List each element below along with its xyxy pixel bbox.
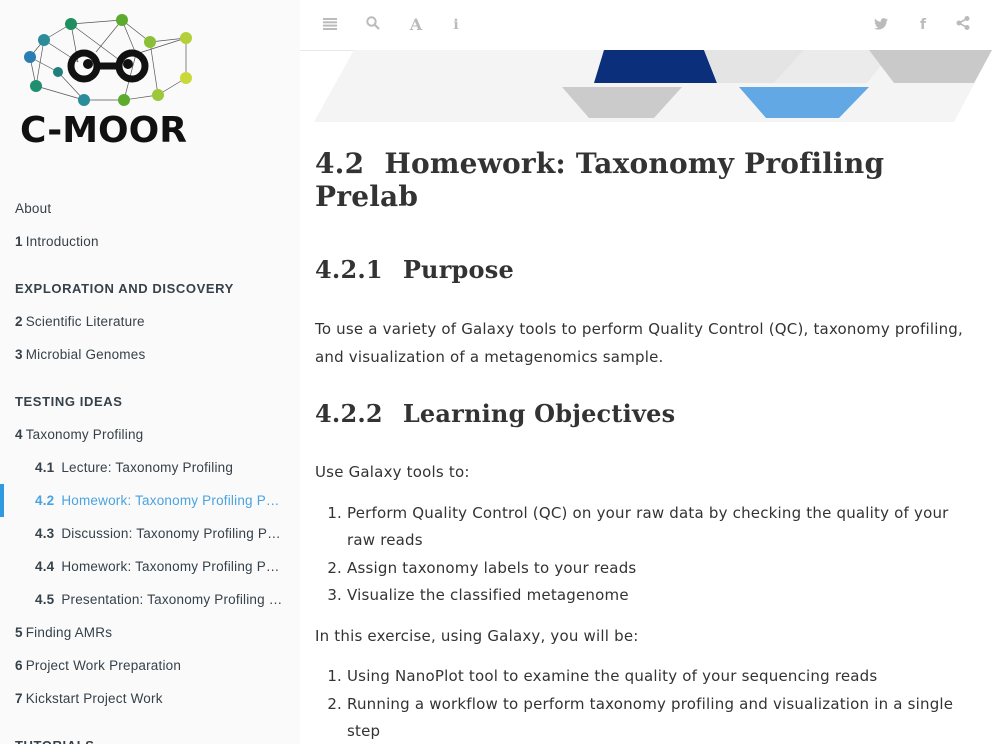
use-galaxy-text: Use Galaxy tools to: (315, 463, 470, 481)
toc-introduction[interactable]: 1 Introduction (0, 225, 285, 258)
toc-section-tutorials: TUTORIALS (0, 729, 300, 744)
steps-list: Using NanoPlot tool to examine the quali… (315, 663, 975, 746)
objectives-list: Perform Quality Control (QC) on your raw… (315, 500, 975, 610)
toc-section-testing-ideas: TESTING IDEAS (15, 394, 123, 409)
toc-kickstart-project-work[interactable]: 7 Kickstart Project Work (0, 682, 285, 715)
toc-4-3-discussion[interactable]: 4.3 Discussion: Taxonomy Profiling Prela… (0, 517, 284, 550)
logo-text: C-MOOR (20, 110, 187, 151)
main-content: 4.2 Homework: Taxonomy Profiling Prelab 4… (315, 135, 975, 746)
info-icon[interactable]: i (446, 15, 466, 35)
toc-finding-amrs[interactable]: 5 Finding AMRs (0, 616, 285, 649)
share-icon[interactable] (953, 15, 973, 35)
font-settings-icon[interactable]: A (406, 15, 426, 35)
toc-4-4-homework-practice[interactable]: 4.4 Homework: Taxonomy Profiling Practic… (0, 550, 284, 583)
twitter-icon[interactable] (871, 15, 891, 35)
list-item: Visualize the classified metagenome (347, 582, 975, 610)
purpose-paragraph: To use a variety of Galaxy tools to perf… (315, 320, 963, 366)
table-of-contents: About 1 Introduction EXPLORATION AND DISC… (0, 192, 300, 744)
toc-4-5-presentation[interactable]: 4.5 Presentation: Taxonomy Profiling Res… (0, 583, 284, 616)
toc-4-2-homework-prelab[interactable]: 4.2 Homework: Taxonomy Profiling Prelab (0, 484, 284, 517)
sidebar: C-MOOR About 1 Introduction EXPLORATION A… (0, 0, 300, 744)
list-item: Assign taxonomy labels to your reads (347, 555, 975, 583)
toc-4-1-lecture[interactable]: 4.1 Lecture: Taxonomy Profiling (0, 451, 284, 484)
toc-scientific-literature[interactable]: 2 Scientific Literature (0, 305, 285, 338)
toc-about[interactable]: About (0, 192, 285, 225)
toc-project-work-preparation[interactable]: 6 Project Work Preparation (0, 649, 285, 682)
c-moor-logo[interactable]: C-MOOR (18, 12, 208, 152)
list-item: Perform Quality Control (QC) on your raw… (347, 500, 975, 555)
section-learning-objectives-heading: 4.2.2 Learning Objectives (315, 399, 676, 428)
list-item: Running a workflow to perform taxonomy p… (347, 691, 975, 746)
book-toolbar: A i f (300, 0, 992, 51)
toc-taxonomy-profiling[interactable]: 4 Taxonomy Profiling (0, 418, 285, 451)
chapter-banner (314, 50, 992, 122)
exercise-intro-text: In this exercise, using Galaxy, you will… (315, 626, 639, 645)
facebook-icon[interactable]: f (913, 15, 933, 35)
search-icon[interactable] (363, 15, 383, 35)
list-item: Using NanoPlot tool to examine the quali… (347, 663, 975, 691)
page-title: 4.2 Homework: Taxonomy Profiling Prelab (315, 147, 885, 213)
toc-section-exploration: EXPLORATION AND DISCOVERY (15, 281, 234, 296)
toc-microbial-genomes[interactable]: 3 Microbial Genomes (0, 338, 285, 371)
section-purpose-heading: 4.2.1 Purpose (315, 255, 514, 284)
menu-icon[interactable] (320, 15, 340, 35)
